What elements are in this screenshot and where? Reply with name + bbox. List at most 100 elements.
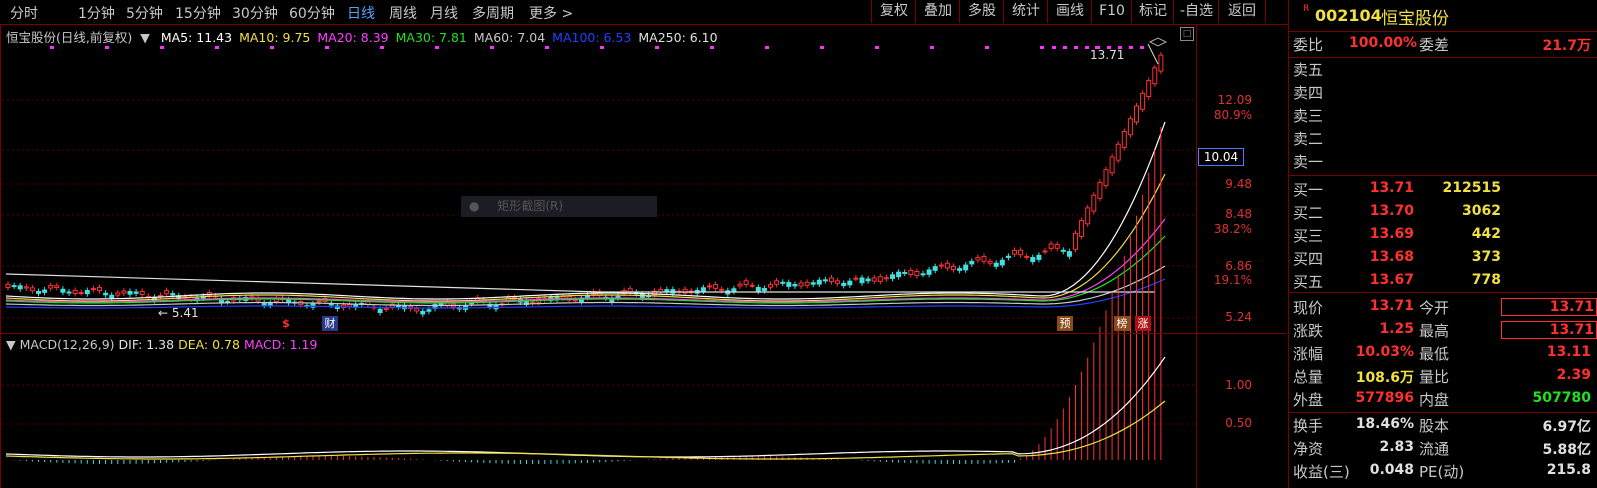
- multi-stock-button[interactable]: 多股: [959, 0, 1004, 23]
- weicha-label: 委差: [1419, 36, 1450, 54]
- flag-badge: R: [1303, 4, 1310, 14]
- weibi-row: 委比 100.00% 委差 21.7万: [1289, 33, 1597, 55]
- period-tab-60min[interactable]: 60分钟: [289, 3, 335, 23]
- limit-up-marker[interactable]: 涨: [1135, 316, 1151, 331]
- dividend-marker[interactable]: $: [280, 316, 292, 331]
- add-watchlist-button[interactable]: -自选: [1173, 0, 1219, 23]
- stat-row: 现价 13.71 今开 13.71: [1289, 296, 1597, 318]
- stat-row: 收益(三) 0.048 PE(动) 215.8: [1289, 460, 1597, 482]
- ma-legend-item: MA250: 6.10: [638, 30, 718, 45]
- stat-row: 外盘 577896 内盘 507780: [1289, 388, 1597, 410]
- period-tab-5min[interactable]: 5分钟: [126, 3, 163, 23]
- low-price-label: ← 5.41: [158, 306, 199, 320]
- buy-row[interactable]: 买二 13.70 3062: [1289, 201, 1597, 223]
- forecast-marker[interactable]: 预: [1057, 316, 1073, 331]
- fib-tick: 38.2%: [1213, 222, 1252, 236]
- buy-row[interactable]: 买一 13.71 212515: [1289, 178, 1597, 200]
- buy-price: 13.70: [1369, 203, 1414, 219]
- stat-label: 流通: [1419, 440, 1450, 458]
- sell-row[interactable]: 卖四: [1289, 81, 1597, 103]
- bullet-icon: ●: [469, 199, 480, 213]
- chevron-right-icon: >: [561, 6, 574, 22]
- stat-label: 涨跌: [1293, 322, 1324, 340]
- stat-label: 今开: [1419, 299, 1450, 317]
- draw-line-button[interactable]: 画线: [1047, 0, 1092, 23]
- sell-label: 卖一: [1293, 153, 1324, 171]
- buy-label: 买一: [1293, 181, 1324, 199]
- sell-row[interactable]: 卖一: [1289, 150, 1597, 172]
- finance-marker[interactable]: 财: [322, 316, 338, 331]
- stat-row: 换手 18.46% 股本 6.97亿: [1289, 414, 1597, 436]
- weibi-value: 100.00%: [1349, 35, 1418, 51]
- price-tick: 9.48: [1225, 177, 1252, 191]
- fib-tick: 80.9%: [1213, 108, 1252, 122]
- statistics-button[interactable]: 统计: [1003, 0, 1048, 23]
- adjust-button[interactable]: 复权: [871, 0, 916, 23]
- stat-value: 215.8: [1546, 462, 1591, 478]
- stat-value: 2.83: [1379, 439, 1414, 455]
- mark-button[interactable]: 标记: [1131, 0, 1174, 23]
- macd-tick: 0.50: [1225, 416, 1252, 430]
- kline-chart[interactable]: 恒宝股份(日线,前复权) ▼ MA5: 11.43 MA10: 9.75 MA20:…: [0, 24, 1286, 488]
- stat-value: 0.048: [1369, 462, 1414, 478]
- price-tick: 12.09: [1217, 93, 1252, 107]
- buy-volume: 212515: [1442, 180, 1501, 196]
- restore-window-icon[interactable]: □: [1180, 27, 1194, 41]
- period-tab-15min[interactable]: 15分钟: [175, 3, 221, 23]
- more-label: 更多: [529, 6, 557, 22]
- buy-label: 买五: [1293, 273, 1324, 291]
- macd-title: MACD(12,26,9): [19, 337, 115, 352]
- buy-label: 买三: [1293, 227, 1324, 245]
- buy-row[interactable]: 买五 13.67 778: [1289, 270, 1597, 292]
- stat-label: 量比: [1419, 368, 1450, 386]
- overlay-button[interactable]: 叠加: [915, 0, 960, 23]
- period-tab-daily[interactable]: 日线: [347, 3, 375, 23]
- period-tab-more[interactable]: 更多 >: [529, 3, 573, 23]
- stat-row: 涨跌 1.25 最高 13.71: [1289, 319, 1597, 341]
- buy-volume: 3062: [1462, 203, 1501, 219]
- buy-price: 13.68: [1369, 249, 1414, 265]
- back-button[interactable]: 返回: [1218, 0, 1266, 23]
- buy-label: 买二: [1293, 204, 1324, 222]
- chart-canvas[interactable]: [0, 24, 1286, 488]
- macd-settings-icon[interactable]: ▼: [6, 337, 16, 352]
- sell-row[interactable]: 卖五: [1289, 58, 1597, 80]
- stat-value: 2.39: [1556, 367, 1591, 383]
- ma-legend-item: MA60: 7.04: [473, 30, 546, 45]
- sell-row[interactable]: 卖二: [1289, 127, 1597, 149]
- period-tab-multi[interactable]: 多周期: [472, 3, 514, 23]
- buy-price: 13.67: [1369, 272, 1414, 288]
- macd-dif: DIF: 1.38: [118, 337, 175, 352]
- ma-legend-item: MA10: 9.75: [239, 30, 311, 45]
- period-tab-monthly[interactable]: 月线: [430, 3, 458, 23]
- stat-label: 净资: [1293, 440, 1324, 458]
- buy-row[interactable]: 买三 13.69 442: [1289, 224, 1597, 246]
- buy-volume: 442: [1471, 226, 1501, 242]
- period-tab-fenshi[interactable]: 分时: [10, 3, 38, 23]
- weibi-label: 委比: [1293, 36, 1324, 54]
- ma-legend-item: MA30: 7.81: [395, 30, 467, 45]
- weicha-value: 21.7万: [1542, 38, 1591, 54]
- stat-label: 股本: [1419, 417, 1450, 435]
- period-tab-1min[interactable]: 1分钟: [78, 3, 115, 23]
- stat-value: 13.71: [1501, 298, 1597, 316]
- buy-volume: 778: [1471, 272, 1501, 288]
- stat-label: PE(动): [1419, 463, 1465, 481]
- stock-code: 002104: [1315, 6, 1382, 25]
- stat-label: 涨幅: [1293, 345, 1324, 363]
- period-tab-30min[interactable]: 30分钟: [232, 3, 278, 23]
- ma-settings-icon[interactable]: ▼: [140, 30, 150, 45]
- sell-row[interactable]: 卖三: [1289, 104, 1597, 126]
- context-menu-item[interactable]: ● 矩形截图(R): [461, 196, 657, 217]
- price-tick: 8.48: [1225, 207, 1252, 221]
- f10-button[interactable]: F10: [1091, 0, 1132, 23]
- stat-row: 涨幅 10.03% 最低 13.11: [1289, 342, 1597, 364]
- period-tab-weekly[interactable]: 周线: [389, 3, 417, 23]
- billboard-marker[interactable]: 榜: [1114, 316, 1130, 331]
- ma-legend-item: MA20: 8.39: [317, 30, 389, 45]
- stat-value: 13.71: [1501, 321, 1597, 339]
- buy-volume: 373: [1471, 249, 1501, 265]
- buy-row[interactable]: 买四 13.68 373: [1289, 247, 1597, 269]
- current-price-box: 10.04: [1198, 148, 1244, 166]
- price-tick: 5.24: [1225, 310, 1252, 324]
